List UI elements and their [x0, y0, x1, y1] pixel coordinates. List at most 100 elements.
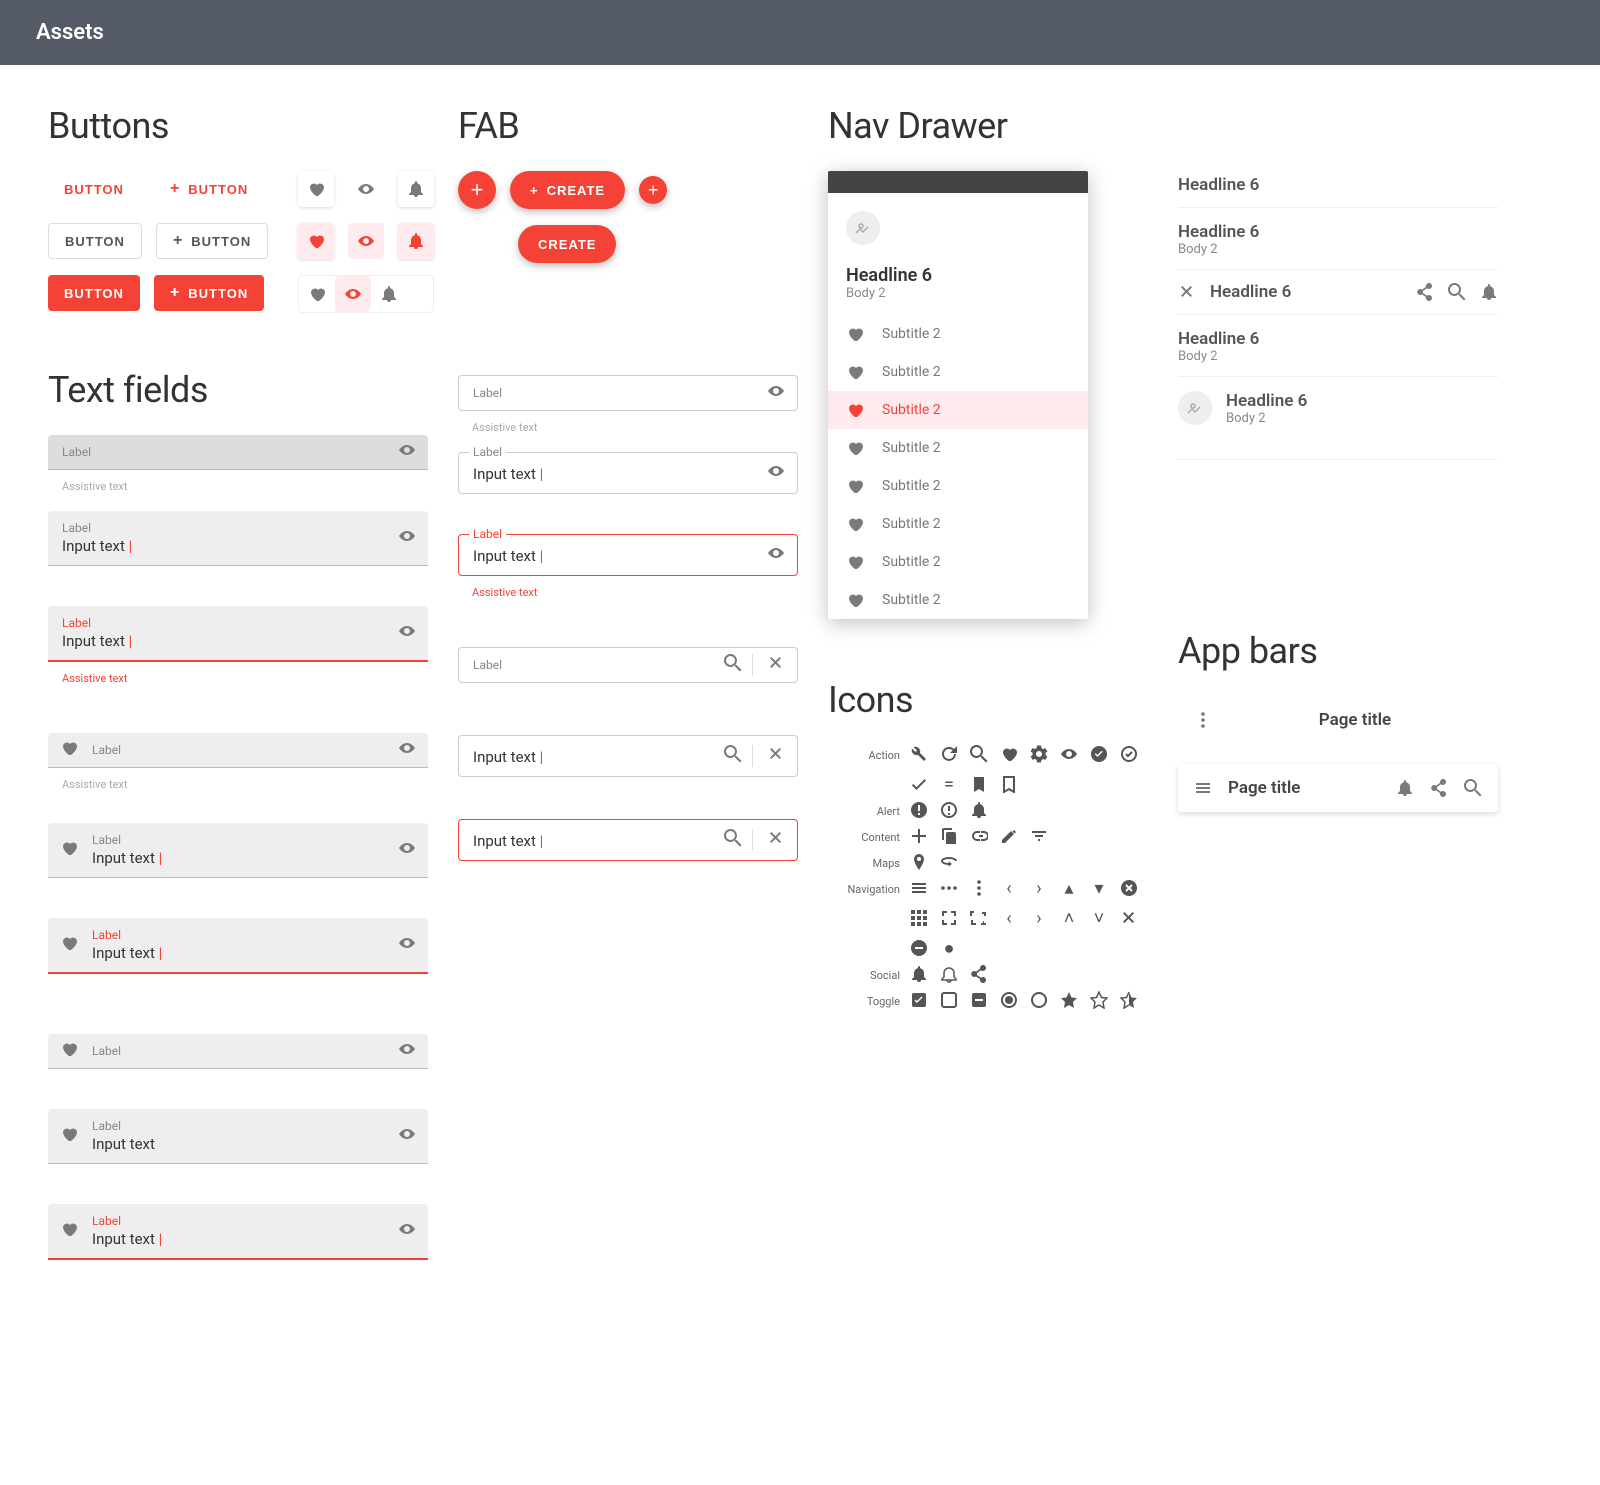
search-icon[interactable] — [724, 654, 753, 676]
icon-cat-alert: Alert — [828, 801, 900, 818]
tf-label: Label — [92, 1214, 384, 1228]
eye-icon[interactable] — [767, 544, 785, 566]
outlined-button[interactable]: BUTTON — [48, 223, 142, 259]
topbar: Assets — [0, 0, 1600, 65]
fab-extended[interactable]: +CREATE — [510, 171, 625, 209]
heart-icon — [846, 363, 864, 381]
drawer-item[interactable]: Subtitle 2 — [828, 315, 1088, 353]
eye-icon — [357, 232, 375, 250]
close-icon[interactable] — [767, 829, 785, 851]
remove-circle-icon — [910, 939, 928, 957]
eye-icon[interactable] — [398, 1125, 416, 1147]
headline-6: Headline 6 — [1210, 282, 1402, 302]
icon-button-eye-active[interactable] — [348, 223, 384, 259]
tf-out-value[interactable]: Label Input text | — [458, 452, 798, 494]
search-icon[interactable] — [724, 745, 753, 767]
eye-icon — [357, 180, 375, 198]
drawer-item[interactable]: Subtitle 2 — [828, 543, 1088, 581]
outlined-button-icon[interactable]: BUTTON — [156, 223, 268, 259]
share-icon — [970, 965, 988, 983]
text-button-icon[interactable]: BUTTON — [154, 171, 264, 207]
icon-button-bell[interactable] — [398, 171, 434, 207]
drawer-item-active[interactable]: Subtitle 2 — [828, 391, 1088, 429]
search-icon[interactable] — [724, 829, 753, 851]
share-icon[interactable] — [1416, 283, 1434, 301]
tf-filled-lead-value[interactable]: Label Input text | — [48, 823, 428, 878]
drawer-item[interactable]: Subtitle 2 — [828, 429, 1088, 467]
eye-icon[interactable] — [398, 739, 416, 761]
tf-filled-value[interactable]: Label Input text | — [48, 511, 428, 566]
icon-button-heart[interactable] — [298, 171, 334, 207]
eye-icon[interactable] — [398, 441, 416, 463]
status-bar — [828, 171, 1088, 193]
contained-button[interactable]: BUTTON — [48, 275, 140, 311]
drawer-item[interactable]: Subtitle 2 — [828, 581, 1088, 619]
fab[interactable]: + — [458, 171, 496, 209]
bell-icon[interactable] — [1396, 779, 1414, 797]
rotate-360-icon — [940, 853, 958, 871]
eye-icon[interactable] — [398, 622, 416, 644]
eye-icon[interactable] — [767, 462, 785, 484]
fullscreen-exit-icon — [970, 909, 988, 927]
drawer-item[interactable]: Subtitle 2 — [828, 467, 1088, 505]
icon-button-eye[interactable] — [348, 171, 384, 207]
tf-filled-lead-error[interactable]: Label Input text | — [48, 918, 428, 974]
check-icon — [910, 775, 928, 793]
eye-icon[interactable] — [398, 527, 416, 549]
tf-filled-lead[interactable]: Label — [48, 733, 428, 768]
close-icon[interactable] — [767, 654, 785, 676]
tf-out-search-value[interactable]: Input text | — [458, 735, 798, 777]
icon-button-heart-active[interactable] — [298, 223, 334, 259]
search-icon[interactable] — [1464, 779, 1482, 797]
close-icon[interactable] — [767, 745, 785, 767]
eye-icon[interactable] — [767, 382, 785, 404]
share-icon[interactable] — [1430, 779, 1448, 797]
eye-icon[interactable] — [398, 839, 416, 861]
tf-value: Input text | — [62, 537, 384, 555]
tf-out-search[interactable]: Label — [458, 647, 798, 683]
drawer-item[interactable]: Subtitle 2 — [828, 353, 1088, 391]
drawer-item[interactable]: Subtitle 2 — [828, 505, 1088, 543]
pin-icon — [910, 853, 928, 871]
bell-icon — [407, 180, 425, 198]
bell-icon[interactable] — [1480, 283, 1498, 301]
tf-out-error[interactable]: Label Input text | — [458, 534, 798, 576]
tf-out-empty[interactable]: Label — [458, 375, 798, 411]
tf-filled-error[interactable]: Label Input text | — [48, 606, 428, 662]
error-icon — [910, 801, 928, 819]
contained-button-icon[interactable]: BUTTON — [154, 275, 264, 311]
close-icon[interactable] — [1178, 283, 1196, 301]
tf-filled-empty[interactable]: Label — [48, 435, 428, 470]
tf-filled-plain[interactable]: Label — [48, 1034, 428, 1069]
tf-assist: Assistive text — [472, 421, 798, 434]
avatar — [1178, 391, 1212, 425]
toggle-bell[interactable] — [371, 276, 407, 312]
tf-value: Input text | — [473, 547, 753, 565]
eye-icon[interactable] — [398, 1040, 416, 1062]
more-vert-icon — [970, 879, 988, 897]
star-icon — [1060, 991, 1078, 1009]
tf-out-search-error[interactable]: Input text | — [458, 819, 798, 861]
tf-filled-plain-value[interactable]: Label Input text — [48, 1109, 428, 1164]
toggle-eye[interactable] — [335, 276, 371, 312]
menu-icon[interactable] — [1194, 779, 1212, 797]
toggle-heart[interactable] — [299, 276, 335, 312]
heart-icon — [846, 477, 864, 495]
icon-button-bell-active[interactable] — [398, 223, 434, 259]
link-icon — [970, 827, 988, 845]
fab-extended-noicon[interactable]: CREATE — [518, 225, 616, 263]
headline-block: Headline 6 — [1178, 161, 1498, 208]
heart-icon — [846, 401, 864, 419]
icon-row-social — [910, 965, 1148, 983]
eye-icon[interactable] — [398, 1220, 416, 1242]
heart-icon — [60, 1040, 78, 1062]
eye-icon[interactable] — [398, 934, 416, 956]
search-icon[interactable] — [1448, 283, 1466, 301]
tf-filled-plain-error[interactable]: Label Input text | — [48, 1204, 428, 1260]
app-bar-simple: Page title — [1178, 696, 1498, 744]
chevron-up-icon: ˄ — [1060, 909, 1078, 927]
more-vert-icon[interactable] — [1194, 711, 1212, 729]
fab-mini[interactable]: + — [639, 176, 667, 204]
text-button[interactable]: BUTTON — [48, 171, 140, 207]
drawer-headline: Headline 6 — [846, 265, 1070, 286]
